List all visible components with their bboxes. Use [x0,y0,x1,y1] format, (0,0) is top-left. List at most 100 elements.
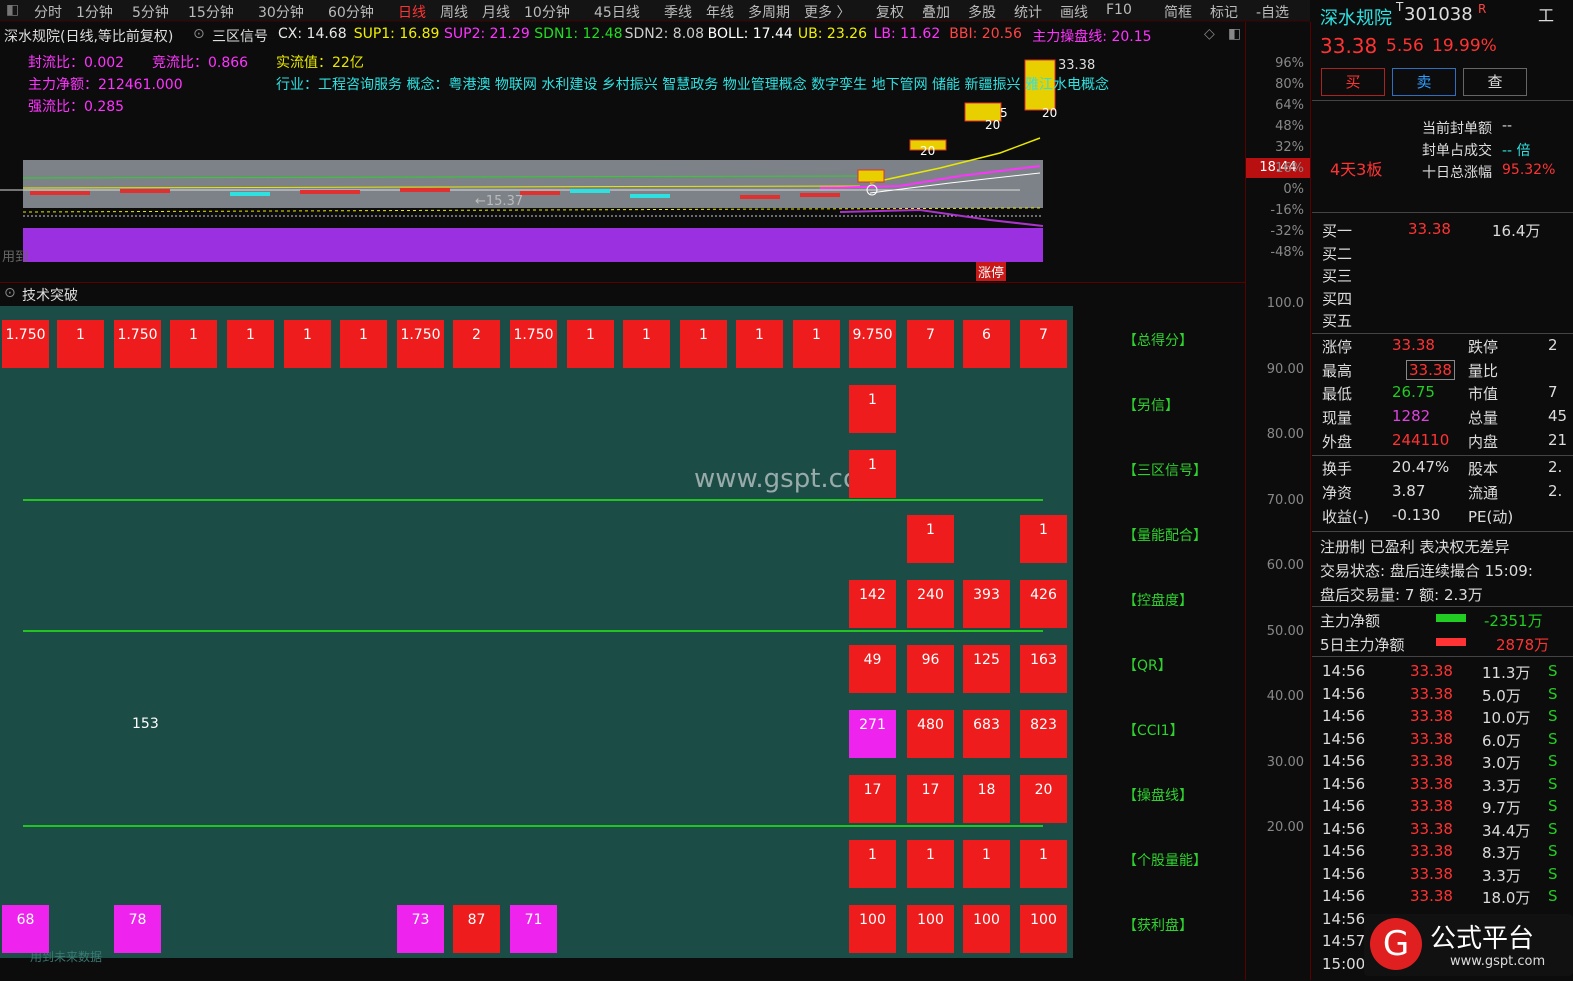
stat-label: 内盘 [1468,432,1499,451]
y-tick-label: 100.0 [1266,296,1304,311]
menu-icon[interactable]: ◧ [6,2,19,18]
signal-cell: 683 [963,710,1010,758]
tick-price: 33.38 [1410,684,1453,703]
toolbar-action[interactable]: 复权 [876,2,904,22]
collapse-icon[interactable]: ⊙ [4,285,16,301]
stock-tag: T [1396,0,1404,14]
signal-cell: 87 [453,905,500,953]
period-tab[interactable]: 分时 [34,2,62,22]
tick-price: 33.38 [1410,819,1453,838]
grid-line-50 [23,630,1043,632]
tick-price: 33.38 [1410,864,1453,883]
query-button[interactable]: 查 [1463,68,1527,96]
stock-flag: R [1478,2,1487,16]
tool-tab[interactable]: 工 [1538,2,1554,26]
tick-time: 14:57 [1322,932,1366,950]
toolbar-action[interactable]: -自选 [1256,2,1289,22]
y-tick-label: 60.00 [1266,558,1304,573]
toolbar-action[interactable]: 画线 [1060,2,1088,22]
stat-value: 20.47% [1392,458,1450,476]
period-tab[interactable]: 15分钟 [188,2,234,22]
signal-cell: 271 [849,710,896,758]
period-tab[interactable]: 季线 [664,2,692,22]
tick-time: 14:56 [1322,864,1366,883]
toolbar-action[interactable]: 多股 [968,2,996,22]
stat-value: 21 [1548,430,1568,449]
signal-cell: 426 [1020,580,1067,628]
period-tab[interactable]: 周线 [440,2,468,22]
buy-button[interactable]: 买 [1321,68,1385,96]
period-tab[interactable]: 月线 [482,2,510,22]
sell-button[interactable]: 卖 [1392,68,1456,96]
signal-cell: 1 [849,840,896,888]
y-tick-label: 30.00 [1266,754,1304,770]
period-tab[interactable]: 5分钟 [132,2,169,22]
bid-label: 买四 [1322,289,1353,308]
signal-cell: 1.750 [397,320,444,368]
tick-side: S [1548,842,1558,860]
stat-value: 7 [1548,383,1558,402]
signal-cell: 73 [397,905,444,953]
y-tick-label: 90.00 [1266,361,1304,377]
toolbar-action[interactable]: 标记 [1210,2,1238,22]
jingliu-ratio: 竞流比：0.866 [152,55,249,71]
diamond-icon[interactable]: ◇ [1204,26,1215,42]
period-tab[interactable]: 年线 [706,2,734,22]
stat-label: 外盘 [1322,432,1353,451]
settings-icon[interactable]: ⊙ [193,26,205,42]
row-label: 【量能配合】 [1123,528,1207,544]
main-net-label: 主力净额 [1320,612,1381,630]
lower-panel-header: ⊙ 技术突破 [0,282,1245,304]
y-tick-label: 40.00 [1266,689,1304,704]
tick-time: 14:56 [1322,819,1366,838]
signal-cell: 68 [2,905,49,953]
signal-cell: 1 [170,320,217,368]
tick-time: 14:56 [1322,842,1366,860]
stat-value: 26.75 [1392,383,1435,402]
stock-name: 深水规院 [1320,8,1392,29]
indicator-value: BOLL: 17.44 [707,26,793,42]
period-tab[interactable]: 60分钟 [328,2,374,22]
toolbar-action[interactable]: 叠加 [922,2,950,22]
industry-concepts: 行业：工程咨询服务 概念：粤港澳 物联网 水利建设 乡村振兴 智慧政务 物业管理… [276,77,1109,93]
signal-cell: 1 [907,840,954,888]
stat-value: 33.38 [1392,336,1435,354]
period-tab[interactable]: 30分钟 [258,2,304,22]
toolbar-action[interactable]: 简框 [1164,2,1192,22]
signal-cell: 1 [907,515,954,563]
indicator-value: SUP1: 16.89 [353,26,440,42]
y-tick-label: 80% [1275,77,1304,92]
period-tab[interactable]: 日线 [398,2,426,22]
signal-cell: 17 [849,775,896,823]
tick-price: 33.38 [1410,729,1453,748]
signal-cell: 96 [907,645,954,693]
tick-side: S [1548,864,1558,883]
seal-ratio-value: -- 倍 [1502,143,1531,159]
toolbar-action[interactable]: 统计 [1014,2,1042,22]
period-tab[interactable]: 1分钟 [76,2,113,22]
y-tick-label: 50.00 [1266,623,1304,639]
toolbar-action[interactable]: F10 [1106,2,1132,18]
indicator-value: 主力操盘线: 20.15 [1032,29,1152,45]
price-chart[interactable]: 封流比：0.002 竞流比：0.866 实流值：22亿 主力净额：212461.… [0,48,1245,281]
logo-icon: G [1370,918,1422,970]
stat-value: 2. [1548,458,1563,476]
period-tab[interactable]: 更多 〉 [804,2,850,22]
row-label: 【操盘线】 [1123,788,1193,804]
tick-price: 33.38 [1410,887,1453,905]
period-tab[interactable]: 多周期 [748,2,790,22]
y-tick-label: 70.00 [1266,492,1304,508]
tick-volume: 3.3万 [1482,866,1521,885]
signal-cell: 1 [1020,515,1067,563]
period-tab[interactable]: 10分钟 [524,2,570,22]
signal-cell: 1 [567,320,614,368]
panel-toggle-icon[interactable]: ◧ [1228,26,1241,42]
low-price-label: ←15.37 [475,194,524,209]
formula-name[interactable]: 三区信号 [212,26,268,46]
chart-title: 深水规院(日线,等比前复权) [4,29,174,45]
tick-price: 33.38 [1410,774,1453,793]
period-tab[interactable]: 45日线 [594,2,640,22]
row-label: 【总得分】 [1123,333,1193,349]
signal-cell: 480 [907,710,954,758]
stat-value: 1282 [1392,407,1431,426]
